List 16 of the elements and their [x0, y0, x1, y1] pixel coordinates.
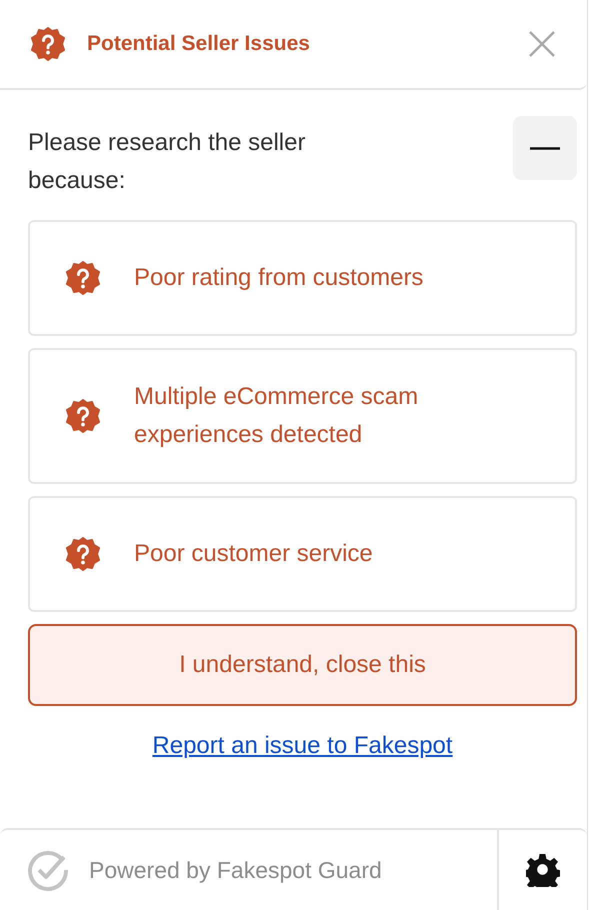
panel-title: Potential Seller Issues [87, 32, 311, 56]
collapse-button[interactable] [513, 116, 577, 180]
question-badge-icon [66, 399, 100, 433]
dismiss-button[interactable]: I understand, close this [28, 624, 577, 706]
question-badge-icon [31, 27, 65, 61]
intro-text: Please research the seller because: [28, 128, 306, 196]
report-link[interactable]: Report an issue to Fakespot [152, 732, 453, 760]
issue-text: Poor rating from customers [134, 263, 424, 293]
issue-text: Poor customer service [134, 539, 374, 569]
question-badge-icon [66, 261, 100, 295]
close-icon[interactable] [527, 29, 557, 59]
check-circle-icon [27, 849, 69, 891]
issue-text: Multiple eCommerce scam experiences detected [134, 382, 420, 450]
powered-by-text: Powered by Fakespot Guard [89, 856, 382, 884]
minus-icon [529, 146, 561, 150]
question-badge-icon [66, 537, 100, 571]
